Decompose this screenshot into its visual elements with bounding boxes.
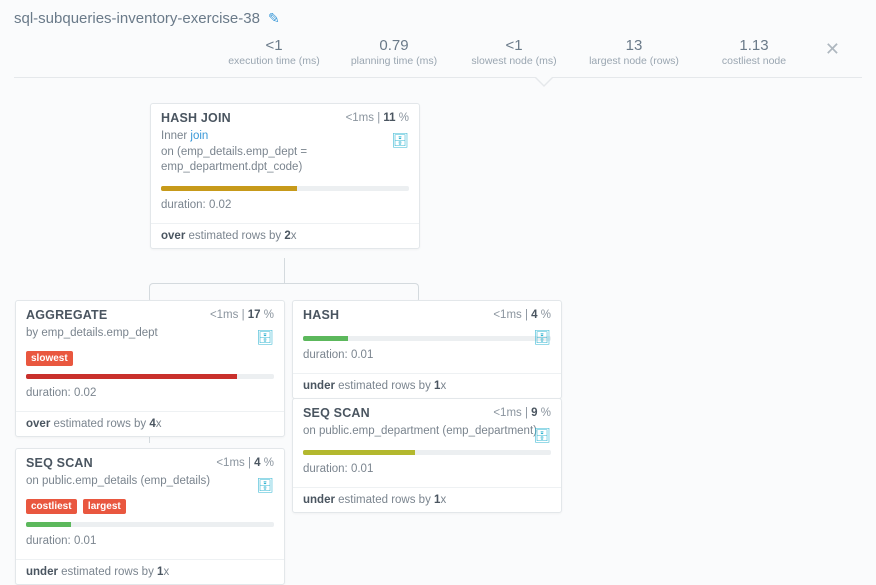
node-seq-scan-department[interactable]: SEQ SCAN <1ms | 9 % on public.emp_depart… [292, 398, 562, 513]
duration-row: duration: 0.02 [151, 193, 419, 217]
estimate-row: over estimated rows by 4x [16, 412, 284, 436]
node-title: HASH [303, 308, 339, 322]
bar-fill [26, 522, 71, 527]
duration-bar [26, 374, 274, 379]
node-body: 🗄 [293, 326, 561, 332]
bar-fill [303, 450, 415, 455]
database-icon[interactable]: 🗄 [391, 131, 409, 150]
node-body: on public.emp_details (emp_details) 🗄 [16, 474, 284, 496]
page-title: sql-subqueries-inventory-exercise-38 [14, 10, 260, 27]
database-icon[interactable]: 🗄 [533, 328, 551, 347]
metric-value: <1 [454, 37, 574, 54]
metric-value: 0.79 [334, 37, 454, 54]
node-time: <1ms | 4 % [216, 457, 274, 469]
connector [284, 258, 285, 283]
metrics-bar: <1 execution time (ms) 0.79 planning tim… [14, 33, 862, 78]
tags: costliest largest [16, 496, 284, 518]
estimate-row: over estimated rows by 2x [151, 224, 419, 248]
metric-label: execution time (ms) [214, 55, 334, 67]
tags: slowest [16, 348, 284, 370]
metric-value: <1 [214, 37, 334, 54]
bar-fill [303, 336, 348, 341]
metric-execution-time: <1 execution time (ms) [214, 37, 334, 67]
duration-row: duration: 0.01 [16, 529, 284, 553]
node-time: <1ms | 11 % [346, 112, 409, 124]
node-title: AGGREGATE [26, 308, 107, 322]
estimate-row: under estimated rows by 1x [293, 488, 561, 512]
title-row: sql-subqueries-inventory-exercise-38 ✎ [14, 10, 862, 27]
node-title: SEQ SCAN [303, 406, 370, 420]
header: sql-subqueries-inventory-exercise-38 ✎ <… [0, 0, 876, 88]
estimate-row: under estimated rows by 1x [16, 560, 284, 584]
metric-value: 1.13 [694, 37, 814, 54]
close-icon[interactable]: ✕ [825, 39, 840, 60]
metric-largest-node: 13 largest node (rows) [574, 37, 694, 67]
tag-slowest: slowest [26, 351, 73, 366]
duration-bar [303, 450, 551, 455]
duration-bar [161, 186, 409, 191]
duration-row: duration: 0.01 [293, 343, 561, 367]
tag-costliest: costliest [26, 499, 77, 514]
duration-bar [303, 336, 551, 341]
database-icon[interactable]: 🗄 [256, 328, 274, 347]
node-title: HASH JOIN [161, 111, 231, 125]
join-link[interactable]: join [190, 130, 208, 142]
bar-fill [161, 186, 297, 191]
node-hash[interactable]: HASH <1ms | 4 % 🗄 duration: 0.01 under e… [292, 300, 562, 399]
node-time: <1ms | 4 % [493, 309, 551, 321]
node-seq-scan-details[interactable]: SEQ SCAN <1ms | 4 % on public.emp_detail… [15, 448, 285, 585]
duration-row: duration: 0.01 [293, 457, 561, 481]
pointer-icon [534, 77, 554, 87]
node-body: on public.emp_department (emp_department… [293, 424, 561, 446]
duration-row: duration: 0.02 [16, 381, 284, 405]
metric-label: costliest node [694, 55, 814, 67]
node-aggregate[interactable]: AGGREGATE <1ms | 17 % by emp_details.emp… [15, 300, 285, 437]
edit-icon[interactable]: ✎ [268, 10, 280, 27]
metric-label: largest node (rows) [574, 55, 694, 67]
database-icon[interactable]: 🗄 [533, 426, 551, 445]
node-title: SEQ SCAN [26, 456, 93, 470]
database-icon[interactable]: 🗄 [256, 476, 274, 495]
bar-fill [26, 374, 237, 379]
metric-costliest-node: 1.13 costliest node [694, 37, 814, 67]
node-body: Inner join on (emp_details.emp_dept = em… [151, 129, 419, 182]
metric-label: slowest node (ms) [454, 55, 574, 67]
metric-planning-time: 0.79 planning time (ms) [334, 37, 454, 67]
tag-largest: largest [83, 499, 126, 514]
metric-label: planning time (ms) [334, 55, 454, 67]
node-body: by emp_details.emp_dept 🗄 [16, 326, 284, 348]
node-time: <1ms | 17 % [210, 309, 274, 321]
metric-slowest-node: <1 slowest node (ms) [454, 37, 574, 67]
node-hash-join[interactable]: HASH JOIN <1ms | 11 % Inner join on (emp… [150, 103, 420, 249]
metric-value: 13 [574, 37, 694, 54]
duration-bar [26, 522, 274, 527]
estimate-row: under estimated rows by 1x [293, 374, 561, 398]
plan-canvas: HASH JOIN <1ms | 11 % Inner join on (emp… [0, 88, 876, 558]
node-time: <1ms | 9 % [493, 407, 551, 419]
